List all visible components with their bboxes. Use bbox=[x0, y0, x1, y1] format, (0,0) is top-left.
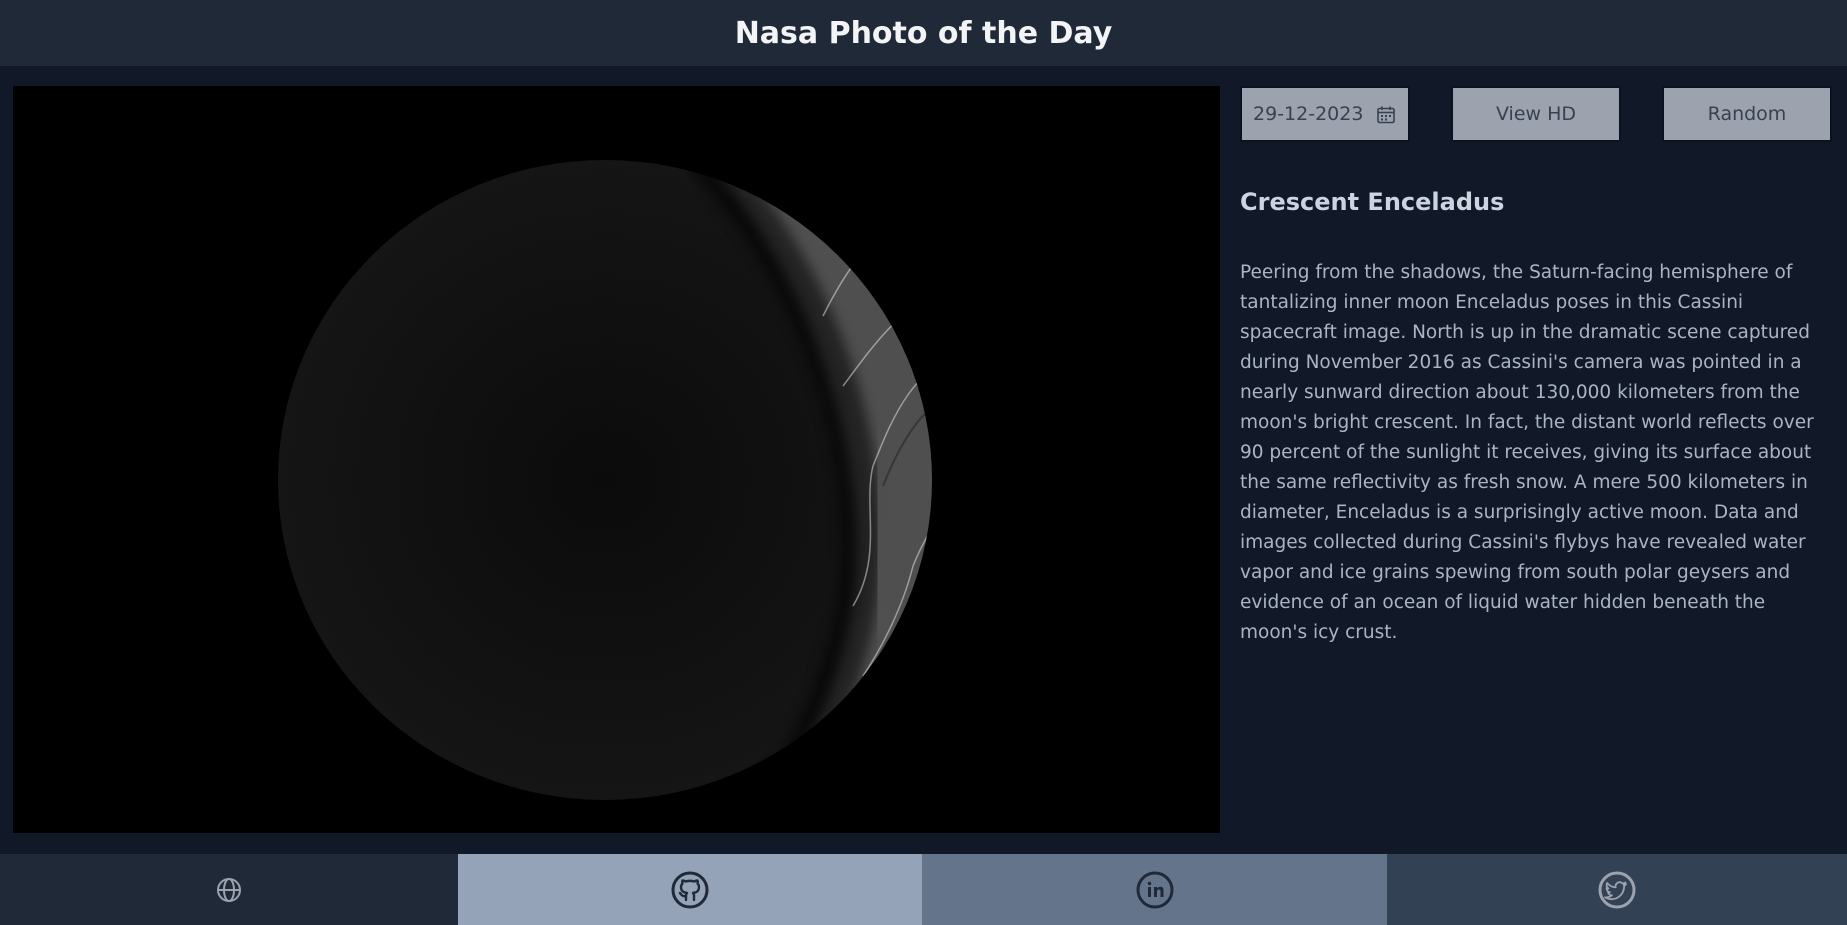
twitter-icon bbox=[1598, 871, 1636, 908]
random-button[interactable]: Random bbox=[1662, 86, 1832, 142]
moon-image bbox=[13, 86, 1220, 833]
app-header: Nasa Photo of the Day bbox=[0, 0, 1847, 66]
github-link[interactable] bbox=[458, 854, 922, 925]
linkedin-icon bbox=[1136, 871, 1173, 908]
date-picker-input[interactable]: 29-12-2023 bbox=[1240, 86, 1410, 142]
date-value: 29-12-2023 bbox=[1253, 103, 1364, 125]
github-icon bbox=[671, 871, 709, 908]
view-hd-button[interactable]: View HD bbox=[1451, 86, 1621, 142]
globe-icon bbox=[217, 877, 241, 902]
page-title: Nasa Photo of the Day bbox=[734, 15, 1113, 51]
website-link[interactable] bbox=[0, 854, 458, 925]
controls-bar: 29-12-2023 View HD Random bbox=[1240, 86, 1833, 143]
footer-links bbox=[0, 854, 1847, 925]
linkedin-link[interactable] bbox=[922, 854, 1387, 925]
photo-of-the-day-image[interactable] bbox=[13, 86, 1220, 833]
photo-title: Crescent Enceladus bbox=[1240, 188, 1505, 216]
twitter-link[interactable] bbox=[1387, 854, 1847, 925]
calendar-icon[interactable] bbox=[1376, 105, 1396, 125]
photo-description: Peering from the shadows, the Saturn-fac… bbox=[1240, 262, 1814, 643]
details-panel: 29-12-2023 View HD Random Crescent Encel… bbox=[1240, 86, 1833, 648]
